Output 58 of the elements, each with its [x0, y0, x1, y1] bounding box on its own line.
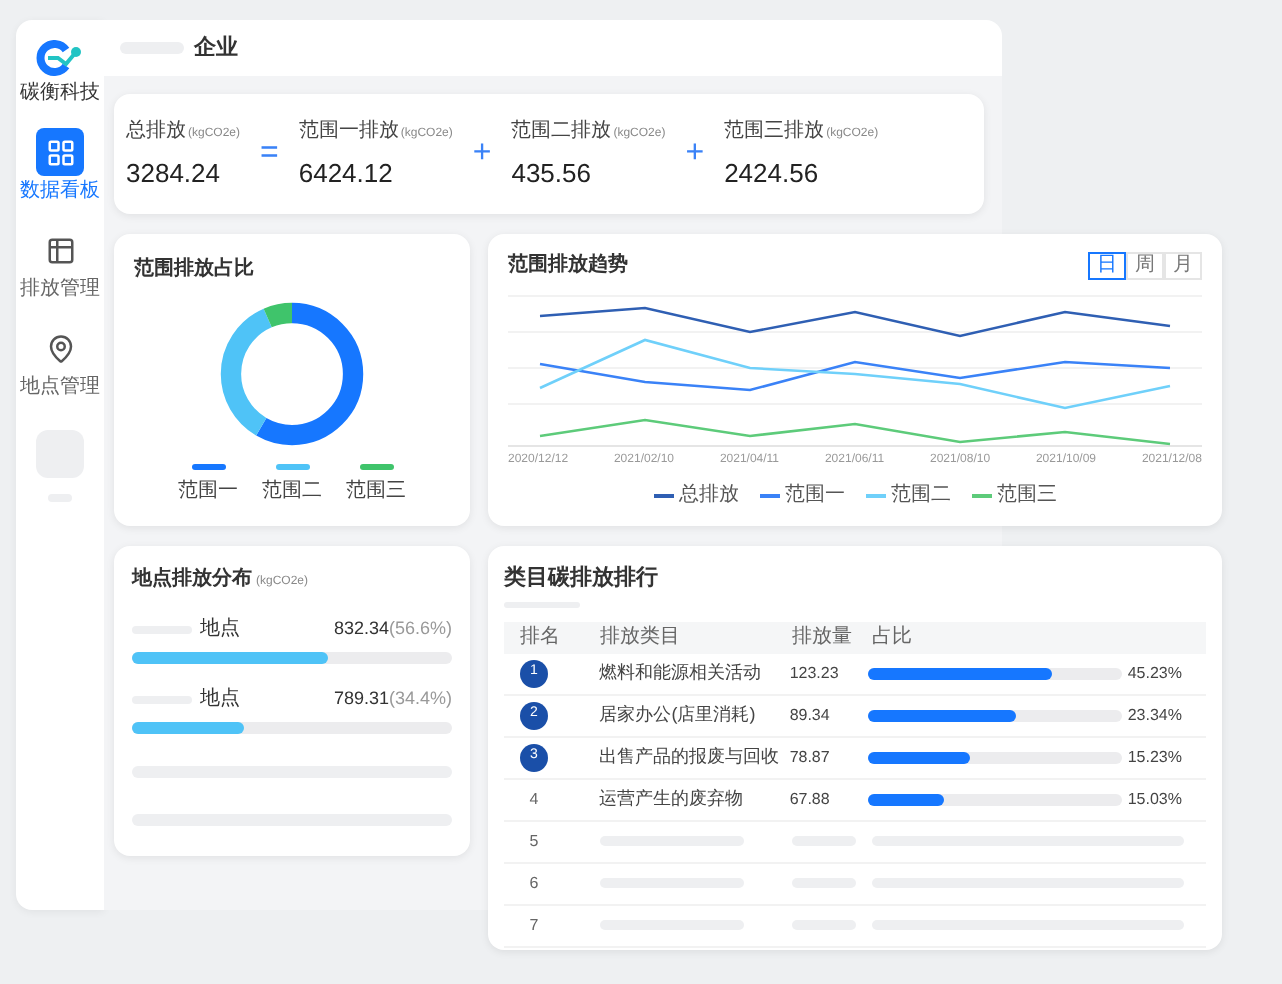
- summary-label: 范围三排放: [724, 117, 825, 146]
- column-header: 排放量: [792, 623, 854, 652]
- summary-label: 范围一排放: [298, 117, 399, 146]
- period-tab[interactable]: 月: [1164, 251, 1202, 279]
- sidebar-item[interactable]: 排放管理: [20, 226, 100, 300]
- rank-number: 5: [527, 829, 541, 853]
- share-value: 15.23%: [1125, 745, 1182, 769]
- summary-value: 435.56: [511, 155, 593, 192]
- amount-value: 123.23: [789, 661, 841, 685]
- legend-label: 范围一: [785, 481, 845, 510]
- share-value: 23.34%: [1125, 703, 1182, 727]
- category-name: 出售产品的报废与回收: [597, 743, 782, 770]
- amount-value: 78.87: [789, 745, 832, 769]
- category-name: 运营产生的废弃物: [597, 785, 746, 812]
- brand-name: 碳衡科技: [20, 84, 100, 104]
- category-name: 燃料和能源相关活动: [597, 659, 764, 686]
- location-name: 地点: [200, 685, 240, 714]
- summary-label: 范围二排放: [511, 117, 612, 146]
- sidebar-item[interactable]: 地点管理: [20, 324, 100, 398]
- location-share: (56.6%): [388, 615, 452, 642]
- operator-sign: +: [685, 134, 705, 174]
- logo-icon: [36, 40, 84, 76]
- amount-value: 89.34: [789, 703, 832, 727]
- sidebar-item[interactable]: 数据看板: [20, 128, 100, 202]
- header-title: 企业: [194, 33, 238, 64]
- share-value: 15.03%: [1125, 787, 1182, 811]
- location-value: 832.34: [333, 615, 389, 642]
- summary-value: 2424.56: [724, 155, 821, 192]
- card-title: 范围排放趋势: [508, 251, 628, 280]
- legend-label: 范围一: [178, 477, 238, 506]
- card-title: 范围排放占比: [134, 255, 256, 284]
- operator-sign: +: [472, 134, 492, 174]
- rank-number: 6: [527, 871, 541, 895]
- summary-label: 总排放: [126, 117, 186, 146]
- legend-label: 范围三: [346, 477, 406, 506]
- summary-value: 6424.12: [298, 155, 395, 192]
- rank-number: 4: [527, 787, 541, 811]
- column-header: 排名: [518, 623, 562, 652]
- summary-value: 3284.24: [126, 155, 222, 192]
- location-value: 789.31: [333, 685, 389, 712]
- category-name: 居家办公(店里消耗): [597, 701, 758, 728]
- amount-value: 67.88: [789, 787, 832, 811]
- period-tab[interactable]: 周: [1126, 251, 1164, 279]
- card-title: 类目碳排放排行: [504, 563, 660, 594]
- share-value: 45.23%: [1125, 661, 1182, 685]
- grid-icon: [36, 128, 84, 176]
- card-title: 地点排放分布: [132, 565, 252, 594]
- period-tab[interactable]: 日: [1088, 251, 1126, 279]
- legend-label: 范围二: [262, 477, 322, 506]
- location-share: (34.4%): [388, 685, 452, 712]
- legend-label: 总排放: [679, 481, 739, 510]
- location-name: 地点: [200, 615, 240, 644]
- operator-sign: =: [260, 134, 279, 174]
- rank-number: 7: [527, 913, 541, 937]
- legend-label: 范围二: [891, 481, 951, 510]
- column-header: 排放类目: [598, 623, 682, 652]
- legend-label: 范围三: [997, 481, 1057, 510]
- column-header: 占比: [872, 623, 914, 652]
